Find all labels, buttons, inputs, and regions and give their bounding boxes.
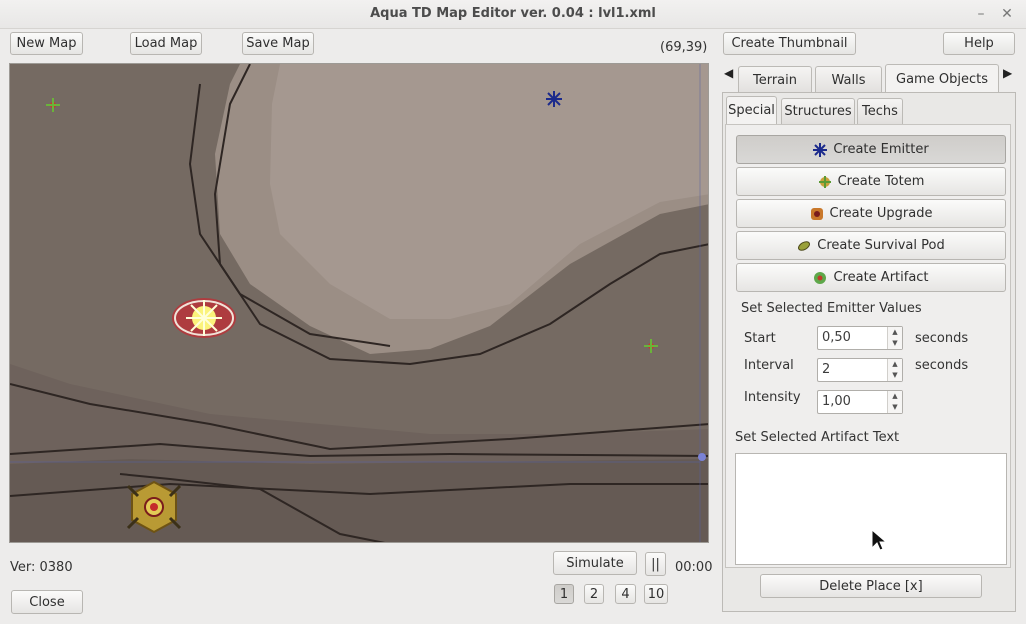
- create-emitter-button[interactable]: Create Emitter: [736, 135, 1006, 164]
- start-unit: seconds: [915, 331, 969, 346]
- totem-icon: [818, 175, 831, 188]
- speed-1-button[interactable]: 1: [554, 584, 574, 604]
- speed-2-button[interactable]: 2: [584, 584, 604, 604]
- simulate-button[interactable]: Simulate: [553, 551, 637, 575]
- speed-10-button[interactable]: 10: [644, 584, 668, 604]
- subtab-techs[interactable]: Techs: [857, 98, 903, 124]
- tab-game-objects[interactable]: Game Objects: [885, 64, 999, 94]
- pause-button[interactable]: ||: [645, 552, 666, 576]
- new-map-button[interactable]: New Map: [10, 32, 83, 55]
- subtab-structures[interactable]: Structures: [781, 98, 855, 124]
- upgrade-icon: [810, 207, 823, 220]
- interval-value: 2: [822, 362, 831, 377]
- interval-unit: seconds: [915, 358, 969, 373]
- wall-node-icon[interactable]: [696, 451, 708, 463]
- load-map-button[interactable]: Load Map: [130, 32, 202, 55]
- terrain-layers: [10, 64, 708, 542]
- start-spinner-arrows-icon[interactable]: ▲ ▼: [887, 327, 902, 349]
- cursor-coordinates: (69,39): [660, 40, 708, 55]
- delete-place-button[interactable]: Delete Place [x]: [760, 574, 982, 598]
- interval-label: Interval: [744, 358, 794, 373]
- save-map-button[interactable]: Save Map: [242, 32, 314, 55]
- close-button[interactable]: Close: [11, 590, 83, 614]
- intensity-spinner[interactable]: 1,00 ▲ ▼: [817, 390, 903, 414]
- mouse-cursor-icon: [871, 528, 888, 551]
- create-survival-pod-button[interactable]: Create Survival Pod: [736, 231, 1006, 260]
- create-artifact-label: Create Artifact: [833, 270, 929, 285]
- emitter-marker-icon[interactable]: [546, 91, 562, 107]
- tab-walls[interactable]: Walls: [815, 66, 882, 94]
- create-emitter-label: Create Emitter: [833, 142, 929, 157]
- window-title: Aqua TD Map Editor ver. 0.04 : lvl1.xml: [370, 6, 656, 21]
- create-survival-pod-label: Create Survival Pod: [817, 238, 945, 253]
- simulation-timer: 00:00: [675, 560, 713, 575]
- create-artifact-button[interactable]: Create Artifact: [736, 263, 1006, 292]
- artifact-icon: [814, 271, 827, 284]
- selected-emitter-icon[interactable]: [170, 296, 238, 340]
- create-totem-label: Create Totem: [837, 174, 925, 189]
- help-button[interactable]: Help: [943, 32, 1015, 55]
- start-spinner[interactable]: 0,50 ▲ ▼: [817, 326, 903, 350]
- interval-spinner[interactable]: 2 ▲ ▼: [817, 358, 903, 382]
- subtab-special[interactable]: Special: [726, 96, 777, 124]
- minimize-button[interactable]: –: [972, 5, 990, 23]
- start-label: Start: [744, 331, 776, 346]
- title-bar: Aqua TD Map Editor ver. 0.04 : lvl1.xml …: [0, 0, 1026, 29]
- tab-terrain[interactable]: Terrain: [738, 66, 812, 94]
- emitter-values-heading: Set Selected Emitter Values: [741, 301, 922, 316]
- intensity-label: Intensity: [744, 390, 801, 405]
- command-base-icon[interactable]: [124, 478, 184, 536]
- map-canvas[interactable]: [9, 63, 709, 543]
- intensity-value: 1,00: [822, 394, 851, 409]
- create-upgrade-button[interactable]: Create Upgrade: [736, 199, 1006, 228]
- start-value: 0,50: [822, 330, 851, 345]
- survival-pod-icon: [798, 240, 811, 251]
- intensity-spinner-arrows-icon[interactable]: ▲ ▼: [887, 391, 902, 413]
- create-upgrade-label: Create Upgrade: [829, 206, 933, 221]
- tab-scroll-right-icon[interactable]: ▶: [1003, 66, 1012, 80]
- version-label: Ver: 0380: [10, 560, 73, 575]
- tab-scroll-left-icon[interactable]: ◀: [724, 66, 733, 80]
- totem-marker-icon-2[interactable]: [644, 339, 658, 353]
- totem-marker-icon[interactable]: [46, 98, 60, 112]
- close-window-button[interactable]: ✕: [998, 5, 1016, 23]
- create-totem-button[interactable]: Create Totem: [736, 167, 1006, 196]
- speed-4-button[interactable]: 4: [615, 584, 636, 604]
- artifact-text-heading: Set Selected Artifact Text: [735, 430, 900, 445]
- create-thumbnail-button[interactable]: Create Thumbnail: [723, 32, 856, 55]
- emitter-icon: [813, 142, 828, 157]
- interval-spinner-arrows-icon[interactable]: ▲ ▼: [887, 359, 902, 381]
